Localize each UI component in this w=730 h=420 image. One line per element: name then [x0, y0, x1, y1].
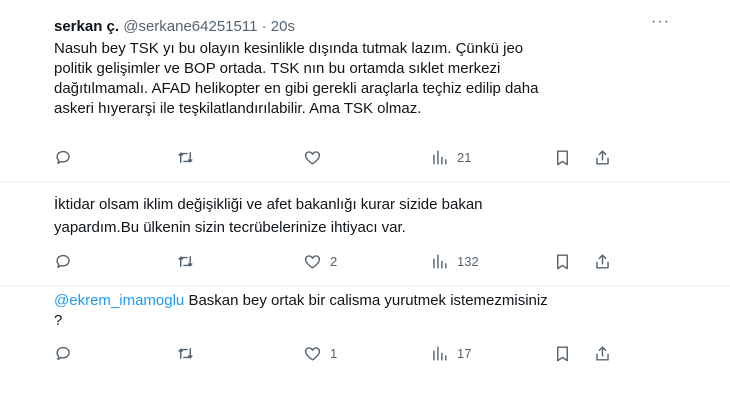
reply-icon [56, 254, 70, 268]
view-count: 21 [457, 149, 472, 165]
like-button[interactable] [303, 145, 330, 169]
user-handle[interactable]: @serkane64251511 [123, 18, 257, 35]
share-button[interactable] [593, 145, 612, 169]
tweet[interactable]: @ekrem_imamoglu Baskan bey ortak bir cal… [0, 286, 730, 420]
share-icon [596, 253, 609, 269]
tweet[interactable]: İktidar olsam iklim değişikliği ve afet … [0, 182, 730, 286]
reply-icon [56, 150, 70, 164]
view-count: 17 [457, 345, 472, 361]
action-bar: 1 17 [0, 341, 730, 365]
share-icon [596, 149, 609, 165]
mention-link[interactable]: @ekrem_imamoglu [54, 292, 184, 309]
reply-button[interactable] [54, 341, 73, 365]
bookmark-icon [557, 345, 568, 361]
bookmark-button[interactable] [553, 249, 572, 273]
views-button[interactable]: 21 [430, 145, 471, 169]
tweet-text: İktidar olsam iklim değişikliği ve afet … [54, 196, 483, 236]
views-button[interactable]: 17 [430, 341, 471, 365]
bookmark-icon [557, 253, 568, 269]
share-button[interactable] [593, 341, 612, 365]
action-bar: 2 132 [0, 249, 730, 273]
display-name[interactable]: serkan ç. [54, 18, 119, 35]
view-count: 132 [457, 253, 479, 269]
views-button[interactable]: 132 [430, 249, 479, 273]
retweet-button[interactable] [176, 341, 195, 365]
bookmark-button[interactable] [553, 341, 572, 365]
tweet-text: @ekrem_imamoglu Baskan bey ortak bir cal… [54, 291, 654, 331]
tweet[interactable]: serkan ç. @serkane64251511 · 20s ··· Nas… [0, 0, 730, 182]
timestamp[interactable]: 20s [271, 18, 295, 35]
separator-dot: · [261, 18, 267, 35]
views-chart-icon [433, 149, 447, 165]
heart-icon [304, 150, 321, 165]
bookmark-icon [557, 149, 568, 165]
heart-icon [304, 254, 321, 269]
retweet-icon [178, 151, 193, 163]
like-button[interactable]: 1 [303, 341, 337, 365]
tweet-text: Nasuh bey TSK yı bu olayın kesinlikle dı… [54, 40, 539, 117]
like-button[interactable]: 2 [303, 249, 337, 273]
retweet-button[interactable] [176, 145, 195, 169]
like-count: 2 [330, 253, 338, 269]
reply-button[interactable] [54, 145, 73, 169]
retweet-button[interactable] [176, 249, 195, 273]
tweet-header: serkan ç. @serkane64251511 · 20s [54, 17, 295, 37]
bookmark-button[interactable] [553, 145, 572, 169]
like-count: 1 [330, 345, 338, 361]
retweet-icon [178, 347, 193, 359]
retweet-icon [178, 255, 193, 267]
reply-button[interactable] [54, 249, 73, 273]
views-chart-icon [433, 345, 447, 361]
views-chart-icon [433, 253, 447, 269]
share-icon [596, 345, 609, 361]
reply-icon [56, 346, 70, 360]
action-bar: 21 [0, 145, 730, 169]
more-options-icon[interactable]: ··· [651, 13, 670, 31]
share-button[interactable] [593, 249, 612, 273]
heart-icon [304, 346, 321, 361]
